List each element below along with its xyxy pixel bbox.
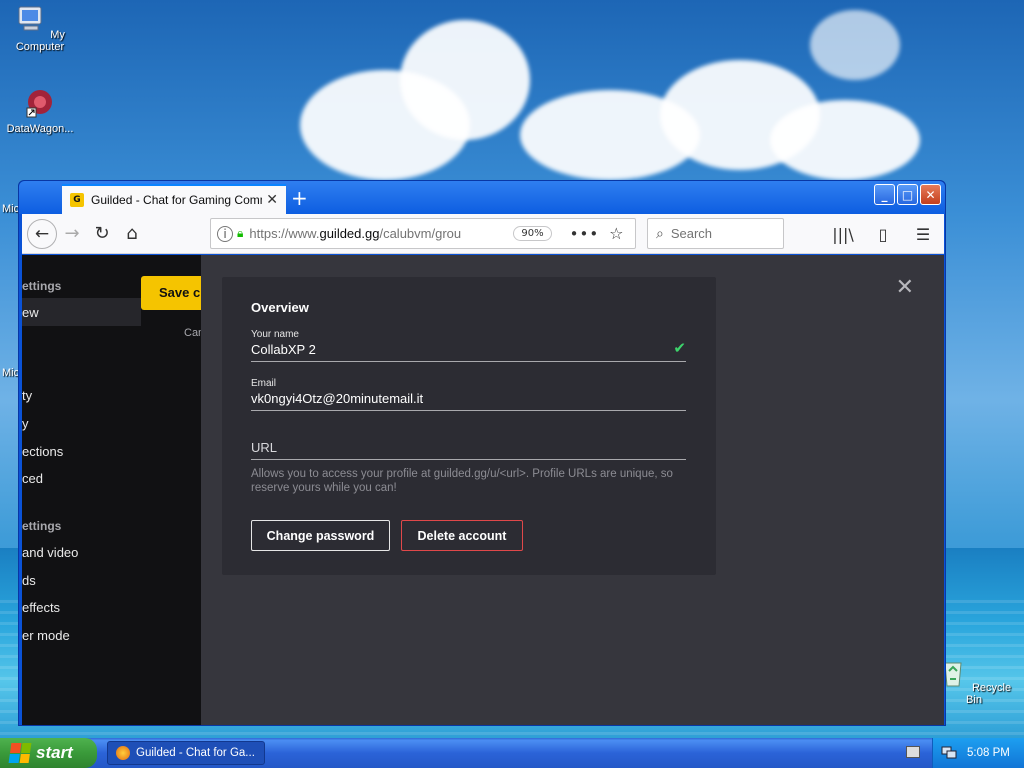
desktop-icon-label: DataWagon...: [6, 123, 74, 135]
address-bar[interactable]: i 🔒︎ https://www.guilded.gg/calubvm/grou…: [210, 218, 636, 249]
sidebar-item-streamer-mode[interactable]: er mode: [22, 628, 70, 643]
network-icon[interactable]: [941, 746, 957, 760]
page-actions-icon[interactable]: •••: [570, 225, 600, 243]
keyboard-icon[interactable]: [906, 746, 920, 758]
url-field[interactable]: URL: [251, 440, 686, 460]
url-hint-text: Allows you to access your profile at gui…: [251, 468, 673, 494]
start-button[interactable]: start: [0, 738, 97, 768]
windows-logo-icon: [8, 743, 32, 763]
url-text[interactable]: https://www.guilded.gg/calubvm/grou: [249, 226, 489, 241]
email-field[interactable]: Email vk0ngyi4Otz@20minutemail.it: [251, 378, 686, 411]
name-label: Your name: [251, 329, 299, 340]
sidebar-item-effects[interactable]: effects: [22, 600, 60, 615]
window-controls: _ □ ✕: [874, 184, 941, 205]
desktop-icon-recycle-bin[interactable]: Recycle Bin: [934, 657, 1014, 706]
name-field[interactable]: Your name CollabXP 2 ✔︎: [251, 329, 686, 362]
sidebar-selected-highlight: [22, 298, 141, 326]
search-placeholder: Search: [670, 226, 713, 241]
taskbar-item-firefox[interactable]: Guilded - Chat for Ga...: [107, 741, 265, 765]
sidebar-heading: ettings: [22, 279, 62, 293]
save-changes-button[interactable]: Save changes: [141, 276, 201, 310]
firefox-icon: [116, 746, 130, 760]
taskbar: start Guilded - Chat for Ga... 5:08 PM: [0, 738, 1024, 768]
desktop-cloud: [770, 100, 920, 180]
bookmark-star-icon[interactable]: ☆: [609, 224, 623, 243]
desktop-icon-datawagon[interactable]: DataWagon...: [0, 86, 80, 135]
sidebar-item-overview[interactable]: ew: [22, 305, 39, 320]
taskbar-item-title: Guilded - Chat for Ga...: [136, 747, 255, 759]
forward-button[interactable]: →: [57, 219, 87, 249]
check-icon: ✔︎: [673, 339, 686, 357]
email-input[interactable]: vk0ngyi4Otz@20minutemail.it: [251, 391, 686, 410]
site-info-icon[interactable]: i: [217, 225, 233, 242]
sidebar-item[interactable]: ty: [22, 388, 32, 403]
sidebar-item-connections[interactable]: ections: [22, 444, 63, 459]
library-icon[interactable]: |||\: [830, 219, 856, 249]
search-input[interactable]: ⌕ Search: [647, 218, 784, 249]
window-close-button[interactable]: ✕: [920, 184, 941, 205]
email-label: Email: [251, 378, 277, 389]
sidebar-item-sounds[interactable]: ds: [22, 573, 36, 588]
computer-icon: [18, 6, 42, 31]
guilded-favicon-icon: G: [70, 193, 84, 207]
settings-sidebar: ettings ew ty y ections ced ettings and …: [22, 255, 201, 725]
tab-guilded[interactable]: G Guilded - Chat for Gaming Commun ✕: [62, 184, 286, 214]
desktop-icon-label-partial: Mic: [2, 203, 20, 215]
datawagon-icon: [26, 90, 52, 118]
sidebar-icon[interactable]: ▯: [870, 219, 896, 249]
back-button[interactable]: ←: [27, 218, 57, 249]
reload-button[interactable]: ↻: [87, 219, 117, 249]
sidebar-item-advanced[interactable]: ced: [22, 471, 43, 486]
desktop-cloud: [810, 10, 900, 80]
desktop-icon-label-partial: Mic: [2, 367, 20, 379]
delete-account-button[interactable]: Delete account: [401, 520, 523, 551]
start-label: start: [36, 743, 73, 762]
home-button[interactable]: ⌂: [117, 219, 147, 249]
desktop-icon-label: Recycle Bin: [966, 682, 1012, 706]
sidebar-heading: ettings: [22, 519, 62, 533]
lock-icon: 🔒︎: [237, 226, 244, 240]
browser-window: G Guilded - Chat for Gaming Commun ✕ + _…: [18, 180, 946, 726]
menu-icon[interactable]: ☰: [910, 219, 936, 249]
url-input[interactable]: URL: [251, 440, 686, 459]
page-content: ettings ew ty y ections ced ettings and …: [22, 255, 944, 725]
tab-close-icon[interactable]: ✕: [266, 192, 278, 208]
cancel-link[interactable]: Cancel: [184, 327, 201, 339]
new-tab-button[interactable]: +: [291, 186, 308, 210]
close-icon[interactable]: ✕: [896, 275, 914, 300]
change-password-button[interactable]: Change password: [251, 520, 390, 551]
minimize-button[interactable]: _: [874, 184, 895, 205]
toolbar-right: |||\ ▯ ☰: [830, 219, 936, 249]
zoom-level-badge[interactable]: 90%: [513, 226, 552, 241]
sidebar-item-voice-and-video[interactable]: and video: [22, 545, 78, 560]
desktop-cloud: [400, 20, 530, 140]
sidebar-item[interactable]: y: [22, 416, 29, 431]
tab-bar: G Guilded - Chat for Gaming Commun ✕ + _…: [19, 181, 945, 214]
system-tray: 5:08 PM: [932, 738, 1024, 768]
tab-title: Guilded - Chat for Gaming Commun: [91, 193, 262, 207]
navigation-toolbar: ← → ↻ ⌂ i 🔒︎ https://www.guilded.gg/calu…: [22, 214, 944, 254]
search-icon: ⌕: [656, 225, 664, 241]
desktop-icon-my-computer[interactable]: My Computer: [0, 4, 80, 53]
name-input[interactable]: CollabXP 2: [251, 342, 686, 361]
maximize-button[interactable]: □: [897, 184, 918, 205]
clock[interactable]: 5:08 PM: [967, 747, 1010, 759]
overview-title: Overview: [251, 300, 309, 315]
overview-card: Overview Your name CollabXP 2 ✔︎ Email v…: [222, 277, 716, 575]
